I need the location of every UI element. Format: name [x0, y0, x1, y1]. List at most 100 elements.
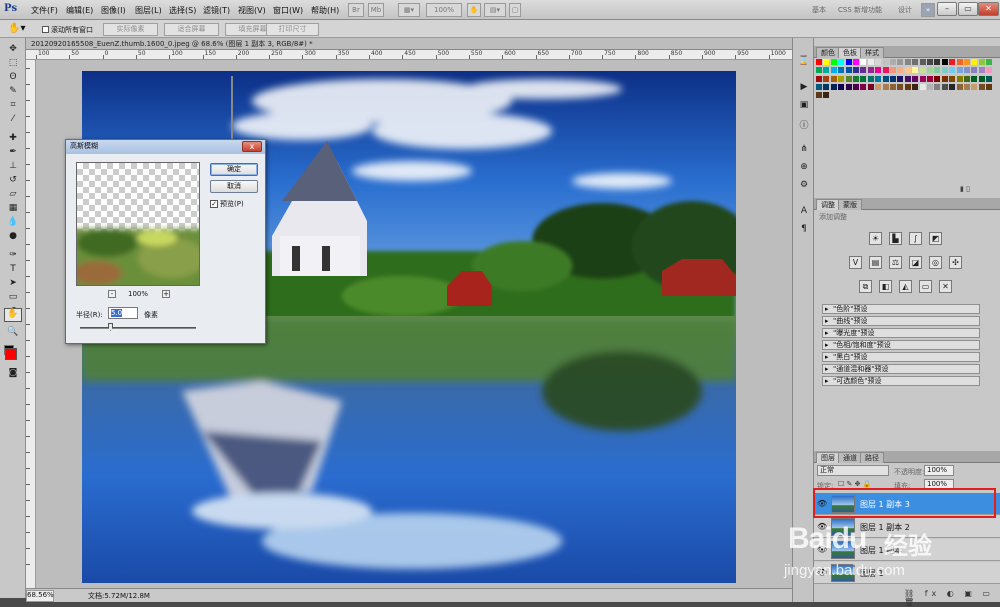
arrange-documents-icon[interactable]: ▤▾ — [484, 3, 506, 17]
quick-mask-icon[interactable]: ◙ — [6, 368, 20, 379]
curves-icon[interactable]: ∫ — [909, 232, 922, 245]
color-swatch[interactable] — [949, 75, 956, 82]
preset-selective-color[interactable]: "可选颜色"预设 — [822, 376, 980, 386]
actual-pixels-button[interactable]: 实际像素 — [103, 23, 158, 36]
color-swatch[interactable] — [853, 83, 859, 90]
minimize-button[interactable]: – — [937, 2, 957, 16]
color-swatch[interactable] — [875, 67, 882, 74]
color-swatch[interactable] — [949, 83, 956, 90]
tab-adjustments[interactable]: 调整 — [816, 199, 840, 210]
color-swatch[interactable] — [890, 59, 896, 65]
color-swatch[interactable] — [956, 59, 963, 65]
hand-tool-icon[interactable]: ✋▾ — [8, 23, 25, 34]
clone-stamp-icon[interactable]: ⊥ — [6, 161, 20, 172]
color-swatch[interactable] — [971, 75, 978, 82]
color-swatch[interactable] — [919, 83, 926, 90]
marquee-tool-icon[interactable]: ⬚ — [6, 58, 20, 69]
cancel-button[interactable]: 取消 — [210, 180, 258, 193]
workspace-design[interactable]: 设计 — [898, 5, 912, 15]
tab-styles[interactable]: 样式 — [860, 47, 884, 58]
color-swatch[interactable] — [830, 75, 837, 82]
layer-panel-buttons[interactable]: ⛓ fx ◐ ▣ ▭ 🗑 — [904, 589, 1000, 607]
color-swatch[interactable] — [823, 83, 830, 90]
color-swatch[interactable] — [964, 67, 970, 74]
color-swatch[interactable] — [927, 59, 933, 65]
threshold-icon[interactable]: ◭ — [899, 280, 912, 293]
black-white-icon[interactable]: ◪ — [909, 256, 922, 269]
menu-layer[interactable]: 图层(L) — [135, 5, 162, 16]
menu-file[interactable]: 文件(F) — [31, 5, 58, 16]
color-swatch[interactable] — [838, 59, 845, 65]
color-swatch[interactable] — [875, 75, 882, 82]
actions-panel-icon[interactable]: ▶ — [797, 82, 811, 94]
color-swatch[interactable] — [823, 75, 830, 82]
color-swatch[interactable] — [816, 75, 822, 82]
zoom-level-select[interactable]: 100% — [426, 3, 462, 17]
hand-tool-active-icon[interactable]: ✋ — [4, 308, 22, 322]
color-swatch[interactable] — [934, 67, 941, 74]
healing-brush-icon[interactable]: ✚ — [6, 133, 20, 144]
zoom-in-button[interactable]: + — [162, 290, 170, 298]
color-swatch[interactable] — [912, 83, 919, 90]
menu-filter[interactable]: 滤镜(T) — [203, 5, 230, 16]
fit-screen-button[interactable]: 适合屏幕 — [164, 23, 219, 36]
color-swatch[interactable] — [860, 59, 867, 65]
color-swatch[interactable] — [823, 92, 830, 99]
preset-levels[interactable]: "色阶"预设 — [822, 304, 980, 314]
exposure-icon[interactable]: ◩ — [929, 232, 942, 245]
quick-select-tool-icon[interactable]: ✎ — [6, 86, 20, 97]
swatch-grid[interactable] — [816, 59, 996, 105]
color-swatch[interactable] — [823, 59, 830, 65]
channel-mixer-icon[interactable]: ✣ — [949, 256, 962, 269]
brush-presets-icon[interactable]: ⋔ — [797, 144, 811, 156]
gradient-map-icon[interactable]: ▭ — [919, 280, 932, 293]
color-swatch[interactable] — [890, 75, 896, 82]
photo-filter-icon[interactable]: ◎ — [929, 256, 942, 269]
maximize-button[interactable]: ▭ — [958, 2, 978, 16]
color-swatch[interactable] — [853, 59, 859, 65]
color-swatch[interactable] — [816, 67, 822, 74]
color-swatch[interactable] — [904, 83, 911, 90]
color-swatch[interactable] — [904, 59, 911, 65]
color-swatch[interactable] — [897, 83, 904, 90]
opacity-field[interactable]: 100% — [924, 465, 954, 476]
preview-checkbox[interactable]: ✓ — [210, 200, 218, 208]
foreground-color-swatch[interactable] — [5, 348, 17, 360]
color-swatch[interactable] — [912, 67, 919, 74]
color-swatch[interactable] — [845, 83, 852, 90]
scroll-all-checkbox[interactable] — [42, 26, 49, 33]
pen-tool-icon[interactable]: ✑ — [6, 250, 20, 261]
preset-channel-mixer[interactable]: "通道混和器"预设 — [822, 364, 980, 374]
color-swatch[interactable] — [971, 67, 978, 74]
tab-layers[interactable]: 图层 — [816, 452, 840, 463]
dialog-close-button[interactable]: x — [242, 141, 262, 152]
character-panel-icon[interactable]: A — [797, 206, 811, 218]
color-swatch[interactable] — [830, 67, 837, 74]
color-swatch[interactable] — [860, 75, 867, 82]
document-tab[interactable]: 20120920165508_EuenZ.thumb.1600_0.jpeg @… — [26, 38, 792, 50]
color-swatch[interactable] — [964, 59, 970, 65]
color-swatch[interactable] — [912, 59, 919, 65]
zoom-percent-field[interactable]: 68.56% — [26, 590, 54, 602]
ok-button[interactable]: 确定 — [210, 163, 258, 176]
color-swatch[interactable] — [816, 92, 822, 99]
color-swatch[interactable] — [882, 59, 889, 65]
color-swatch[interactable] — [986, 83, 993, 90]
color-swatch[interactable] — [830, 59, 837, 65]
color-swatch[interactable] — [838, 83, 845, 90]
color-swatch[interactable] — [904, 67, 911, 74]
screen-mode-icon[interactable]: ▢ — [509, 3, 521, 17]
color-swatch[interactable] — [941, 75, 948, 82]
tab-masks[interactable]: 蒙版 — [838, 199, 862, 210]
color-swatch[interactable] — [816, 59, 822, 65]
posterize-icon[interactable]: ◧ — [879, 280, 892, 293]
tab-swatches[interactable]: 色板 — [838, 47, 862, 58]
color-swatch[interactable] — [978, 59, 985, 65]
color-swatch[interactable] — [912, 75, 919, 82]
dodge-tool-icon[interactable]: ● — [6, 231, 20, 242]
color-swatch[interactable] — [978, 67, 985, 74]
color-swatch[interactable] — [934, 75, 941, 82]
radius-slider-track[interactable] — [80, 327, 196, 329]
color-swatch[interactable] — [919, 67, 926, 74]
color-swatch[interactable] — [867, 67, 874, 74]
